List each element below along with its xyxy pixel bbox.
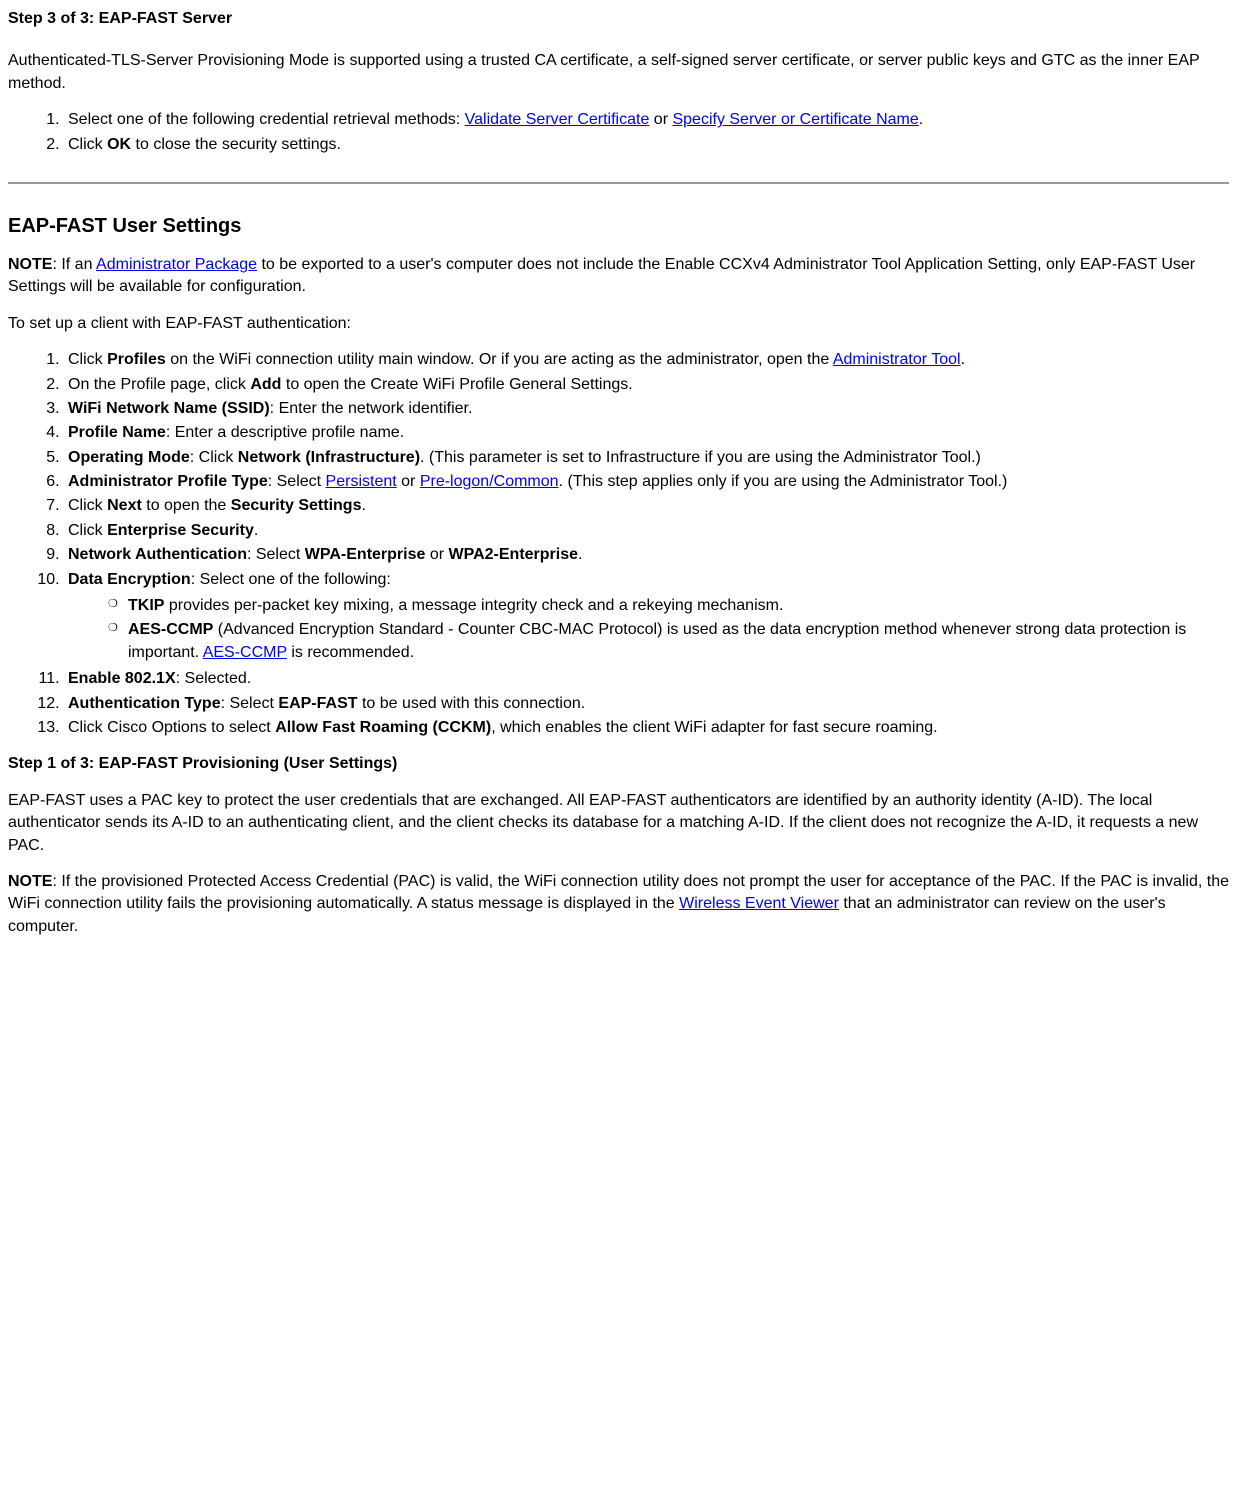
text: . (This step applies only if you are usi… — [559, 473, 1008, 490]
step3-item-2: Click OK to close the security settings. — [64, 134, 1229, 156]
link-admin-package[interactable]: Administrator Package — [96, 256, 257, 273]
list-item: Authentication Type: Select EAP-FAST to … — [64, 693, 1229, 715]
text: : Selected. — [176, 670, 252, 687]
tkip-label: TKIP — [128, 597, 164, 614]
text: . — [361, 497, 365, 514]
user-settings-heading: EAP-FAST User Settings — [8, 212, 1229, 240]
operating-mode-label: Operating Mode — [68, 449, 190, 466]
text: On the Profile page, click — [68, 376, 250, 393]
list-item: Click Next to open the Security Settings… — [64, 495, 1229, 517]
next-label: Next — [107, 497, 142, 514]
auth-type-label: Authentication Type — [68, 695, 221, 712]
list-item: AES-CCMP (Advanced Encryption Standard -… — [108, 619, 1229, 664]
text: or — [649, 111, 672, 128]
text: is recommended. — [287, 644, 414, 661]
text: to open the — [142, 497, 231, 514]
security-settings-label: Security Settings — [231, 497, 362, 514]
text: : Select — [247, 546, 305, 563]
list-item: Enable 802.1X: Selected. — [64, 668, 1229, 690]
list-item: TKIP provides per-packet key mixing, a m… — [108, 595, 1229, 617]
text: Click — [68, 136, 107, 153]
text: provides per-packet key mixing, a messag… — [164, 597, 783, 614]
profile-name-label: Profile Name — [68, 424, 166, 441]
provisioning-note: NOTE: If the provisioned Protected Acces… — [8, 871, 1229, 938]
list-item: Administrator Profile Type: Select Persi… — [64, 471, 1229, 493]
text: Select one of the following credential r… — [68, 111, 465, 128]
list-item: Network Authentication: Select WPA-Enter… — [64, 544, 1229, 566]
text: or — [397, 473, 420, 490]
link-admin-tool[interactable]: Administrator Tool — [833, 351, 961, 368]
list-item: Data Encryption: Select one of the follo… — [64, 569, 1229, 665]
wpa-enterprise-label: WPA-Enterprise — [305, 546, 426, 563]
enterprise-security-label: Enterprise Security — [107, 522, 254, 539]
step3-title: Step 3 of 3: EAP-FAST Server — [8, 8, 1229, 30]
ssid-label: WiFi Network Name (SSID) — [68, 400, 270, 417]
note-label: NOTE — [8, 256, 52, 273]
text: on the WiFi connection utility main wind… — [166, 351, 833, 368]
text: to be used with this connection. — [358, 695, 586, 712]
text: . — [578, 546, 582, 563]
user-note: NOTE: If an Administrator Package to be … — [8, 254, 1229, 299]
divider — [8, 182, 1229, 184]
step3-intro: Authenticated-TLS-Server Provisioning Mo… — [8, 50, 1229, 95]
aes-ccmp-label: AES-CCMP — [128, 621, 213, 638]
add-label: Add — [250, 376, 281, 393]
wpa2-enterprise-label: WPA2-Enterprise — [449, 546, 579, 563]
text: to open the Create WiFi Profile General … — [281, 376, 632, 393]
data-encryption-label: Data Encryption — [68, 571, 191, 588]
text: : Enter the network identifier. — [270, 400, 473, 417]
network-infra-label: Network (Infrastructure) — [238, 449, 420, 466]
list-item: Profile Name: Enter a descriptive profil… — [64, 422, 1229, 444]
text: Click — [68, 351, 107, 368]
text: . — [919, 111, 923, 128]
text: Click — [68, 522, 107, 539]
profiles-label: Profiles — [107, 351, 166, 368]
text: : Select — [268, 473, 326, 490]
enable-8021x-label: Enable 802.1X — [68, 670, 176, 687]
text: . — [961, 351, 965, 368]
cckm-label: Allow Fast Roaming (CCKM) — [275, 719, 491, 736]
provisioning-title: Step 1 of 3: EAP-FAST Provisioning (User… — [8, 753, 1229, 775]
text: : Select one of the following: — [191, 571, 391, 588]
network-auth-label: Network Authentication — [68, 546, 247, 563]
list-item: Click Enterprise Security. — [64, 520, 1229, 542]
list-item: Operating Mode: Click Network (Infrastru… — [64, 447, 1229, 469]
provisioning-para1: EAP-FAST uses a PAC key to protect the u… — [8, 790, 1229, 857]
admin-profile-type-label: Administrator Profile Type — [68, 473, 268, 490]
text: or — [425, 546, 448, 563]
text: , which enables the client WiFi adapter … — [491, 719, 937, 736]
link-validate-server-cert[interactable]: Validate Server Certificate — [465, 111, 650, 128]
link-specify-server-cert-name[interactable]: Specify Server or Certificate Name — [672, 111, 918, 128]
link-wireless-event-viewer[interactable]: Wireless Event Viewer — [679, 895, 839, 912]
list-item: WiFi Network Name (SSID): Enter the netw… — [64, 398, 1229, 420]
encryption-sublist: TKIP provides per-packet key mixing, a m… — [68, 595, 1229, 664]
link-prelogon-common[interactable]: Pre-logon/Common — [420, 473, 559, 490]
ok-label: OK — [107, 136, 131, 153]
text: Click Cisco Options to select — [68, 719, 275, 736]
note-label: NOTE — [8, 873, 52, 890]
text: : If an — [52, 256, 96, 273]
step3-item-1: Select one of the following credential r… — [64, 109, 1229, 131]
list-item: On the Profile page, click Add to open t… — [64, 374, 1229, 396]
text: Click — [68, 497, 107, 514]
user-steps-list: Click Profiles on the WiFi connection ut… — [8, 349, 1229, 739]
text: to close the security settings. — [131, 136, 341, 153]
eap-fast-label: EAP-FAST — [278, 695, 357, 712]
text: : Select — [221, 695, 279, 712]
setup-intro: To set up a client with EAP-FAST authent… — [8, 313, 1229, 335]
link-persistent[interactable]: Persistent — [326, 473, 397, 490]
text: : Click — [190, 449, 238, 466]
list-item: Click Cisco Options to select Allow Fast… — [64, 717, 1229, 739]
link-aes-ccmp[interactable]: AES-CCMP — [203, 644, 287, 661]
text: . — [254, 522, 258, 539]
step3-list: Select one of the following credential r… — [8, 109, 1229, 156]
list-item: Click Profiles on the WiFi connection ut… — [64, 349, 1229, 371]
text: . (This parameter is set to Infrastructu… — [420, 449, 981, 466]
text: : Enter a descriptive profile name. — [166, 424, 404, 441]
